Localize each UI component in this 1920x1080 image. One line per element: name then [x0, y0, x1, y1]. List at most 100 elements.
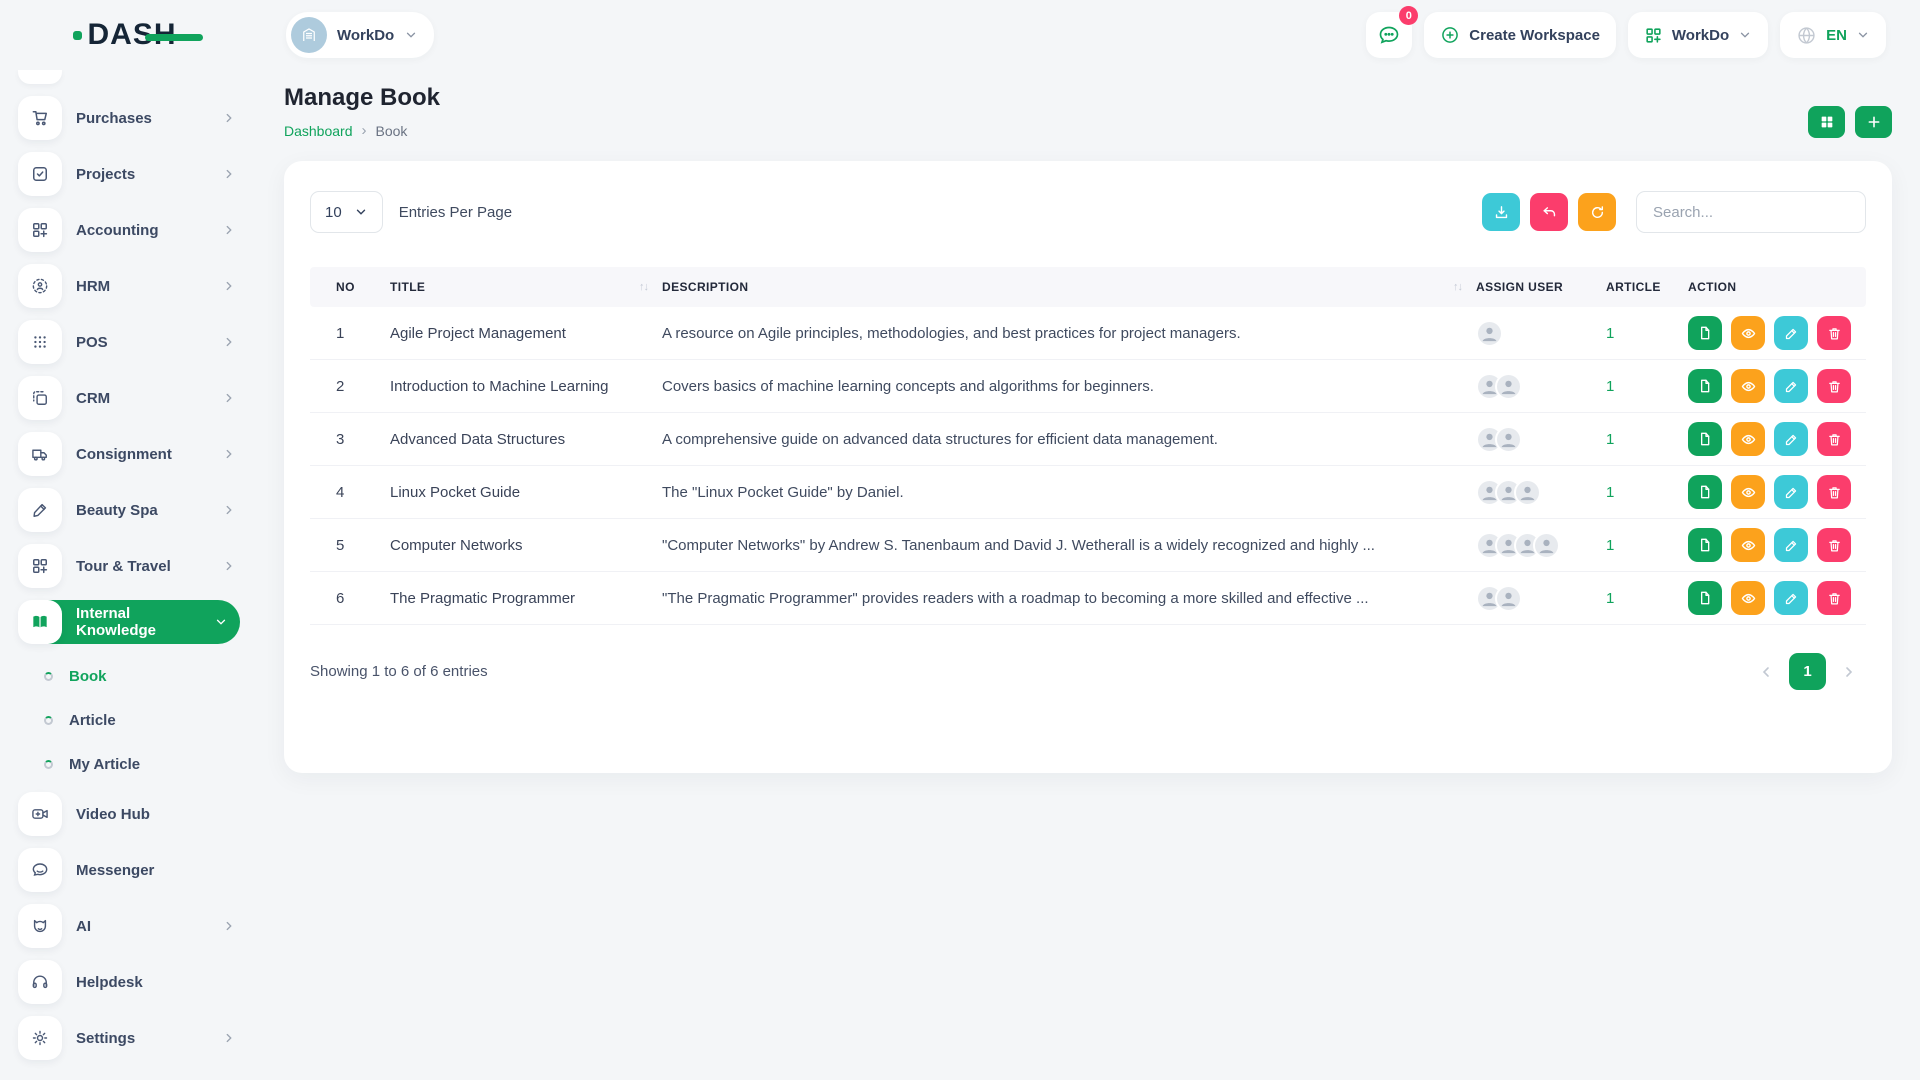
table-body: 1 Agile Project Management A resource on…: [310, 307, 1866, 625]
sidebar-subitem-label: Article: [69, 712, 116, 729]
breadcrumb-dashboard-link[interactable]: Dashboard: [284, 123, 353, 139]
sidebar-item-pos[interactable]: POS: [18, 320, 250, 364]
book-detail-button[interactable]: [1688, 581, 1722, 615]
row-actions: [1688, 528, 1866, 562]
app-logo[interactable]: DASH: [73, 18, 176, 52]
book-description: Covers basics of machine learning concep…: [662, 378, 1476, 395]
sidebar-item-purchases[interactable]: Purchases: [18, 96, 250, 140]
reset-button[interactable]: [1530, 193, 1568, 231]
delete-button[interactable]: [1817, 581, 1851, 615]
sidebar-subitem-book[interactable]: Book: [44, 656, 250, 696]
search-input[interactable]: [1636, 191, 1866, 233]
assigned-users-avatar-group: [1476, 479, 1606, 506]
sidebar-item-accounting[interactable]: Accounting: [18, 208, 250, 252]
article-count-link[interactable]: 1: [1606, 431, 1614, 448]
edit-button[interactable]: [1774, 316, 1808, 350]
refresh-button[interactable]: [1578, 193, 1616, 231]
edit-button[interactable]: [1774, 422, 1808, 456]
book-table-card: 10 Entries Per Page NO TITLE↑↓ DESCRIPT: [284, 161, 1892, 773]
row-number: 6: [310, 590, 390, 607]
sidebar-item-projects[interactable]: Projects: [18, 152, 250, 196]
edit-button[interactable]: [1774, 528, 1808, 562]
page-number-button[interactable]: 1: [1789, 653, 1826, 690]
delete-button[interactable]: [1817, 316, 1851, 350]
sidebar-item-internal-knowledge[interactable]: Internal Knowledge: [18, 600, 240, 644]
workspace-dropdown[interactable]: WorkDo: [1628, 12, 1768, 58]
sidebar-item-label: Accounting: [76, 222, 208, 239]
article-count-link[interactable]: 1: [1606, 378, 1614, 395]
edit-button[interactable]: [1774, 581, 1808, 615]
entries-per-page-select[interactable]: 10: [310, 191, 383, 233]
article-count-link[interactable]: 1: [1606, 325, 1614, 342]
next-page-button[interactable]: [1832, 655, 1866, 689]
pencil-icon: [1784, 485, 1799, 500]
sidebar-item-crm[interactable]: CRM: [18, 376, 250, 420]
sort-arrows-icon[interactable]: ↑↓: [1453, 281, 1462, 293]
workspace-avatar: [291, 17, 327, 53]
sidebar-subitem-article[interactable]: Article: [44, 700, 250, 740]
chat-bubble-icon: [1377, 23, 1401, 47]
book-detail-button[interactable]: [1688, 475, 1722, 509]
chevron-down-icon: [1856, 28, 1870, 42]
pencil-icon: [1784, 326, 1799, 341]
trash-icon: [1827, 379, 1842, 394]
sidebar-item-ai[interactable]: AI: [18, 904, 250, 948]
eye-icon: [1740, 325, 1757, 342]
view-button[interactable]: [1731, 316, 1765, 350]
book-detail-button[interactable]: [1688, 422, 1722, 456]
chevron-left-icon: [1758, 664, 1774, 680]
export-button[interactable]: [1482, 193, 1520, 231]
article-count-link[interactable]: 1: [1606, 537, 1614, 554]
sidebar-item-video-hub[interactable]: Video Hub: [18, 792, 250, 836]
workspace-dropdown-label: WorkDo: [1672, 27, 1729, 44]
sidebar-item-consignment[interactable]: Consignment: [18, 432, 250, 476]
sidebar-subitem-my-article[interactable]: My Article: [44, 744, 250, 784]
table-row: 6 The Pragmatic Programmer "The Pragmati…: [310, 572, 1866, 625]
pencil-icon: [1784, 432, 1799, 447]
delete-button[interactable]: [1817, 528, 1851, 562]
grid-view-button[interactable]: [1808, 106, 1845, 138]
bullet-ring-icon: [44, 672, 53, 681]
sidebar-item-tour-travel[interactable]: Tour & Travel: [18, 544, 250, 588]
sidebar-item-hrm[interactable]: HRM: [18, 264, 250, 308]
book-detail-button[interactable]: [1688, 316, 1722, 350]
article-count-link[interactable]: 1: [1606, 484, 1614, 501]
create-workspace-button[interactable]: Create Workspace: [1424, 12, 1616, 58]
view-button[interactable]: [1731, 581, 1765, 615]
globe-icon: [1796, 25, 1817, 46]
edit-button[interactable]: [1774, 369, 1808, 403]
create-workspace-label: Create Workspace: [1469, 27, 1600, 44]
sidebar-item-settings[interactable]: Settings: [18, 1016, 250, 1060]
view-button[interactable]: [1731, 528, 1765, 562]
delete-button[interactable]: [1817, 475, 1851, 509]
sidebar-item-helpdesk[interactable]: Helpdesk: [18, 960, 250, 1004]
book-detail-button[interactable]: [1688, 528, 1722, 562]
sidebar-item-messenger[interactable]: Messenger: [18, 848, 250, 892]
view-button[interactable]: [1731, 369, 1765, 403]
messages-button[interactable]: 0: [1366, 12, 1412, 58]
view-button[interactable]: [1731, 422, 1765, 456]
chevron-down-icon: [354, 205, 368, 219]
delete-button[interactable]: [1817, 369, 1851, 403]
row-number: 1: [310, 325, 390, 342]
add-book-button[interactable]: [1855, 106, 1892, 138]
view-button[interactable]: [1731, 475, 1765, 509]
language-dropdown[interactable]: EN: [1780, 12, 1886, 58]
file-icon: [1697, 378, 1713, 394]
column-header-description[interactable]: DESCRIPTION↑↓: [662, 280, 1476, 294]
headset-icon: [18, 960, 62, 1004]
file-icon: [1697, 325, 1713, 341]
edit-button[interactable]: [1774, 475, 1808, 509]
sidebar-item-label: Tour & Travel: [76, 558, 208, 575]
previous-page-button[interactable]: [1749, 655, 1783, 689]
person-dashed-circle-icon: [18, 264, 62, 308]
workspace-selector[interactable]: WorkDo: [286, 12, 434, 58]
column-header-title[interactable]: TITLE↑↓: [390, 280, 662, 294]
delete-button[interactable]: [1817, 422, 1851, 456]
sidebar-item-beauty-spa[interactable]: Beauty Spa: [18, 488, 250, 532]
article-count-link[interactable]: 1: [1606, 590, 1614, 607]
sort-arrows-icon[interactable]: ↑↓: [639, 281, 648, 293]
book-detail-button[interactable]: [1688, 369, 1722, 403]
column-header-no[interactable]: NO: [310, 280, 390, 294]
user-avatar-icon: [1497, 587, 1520, 610]
